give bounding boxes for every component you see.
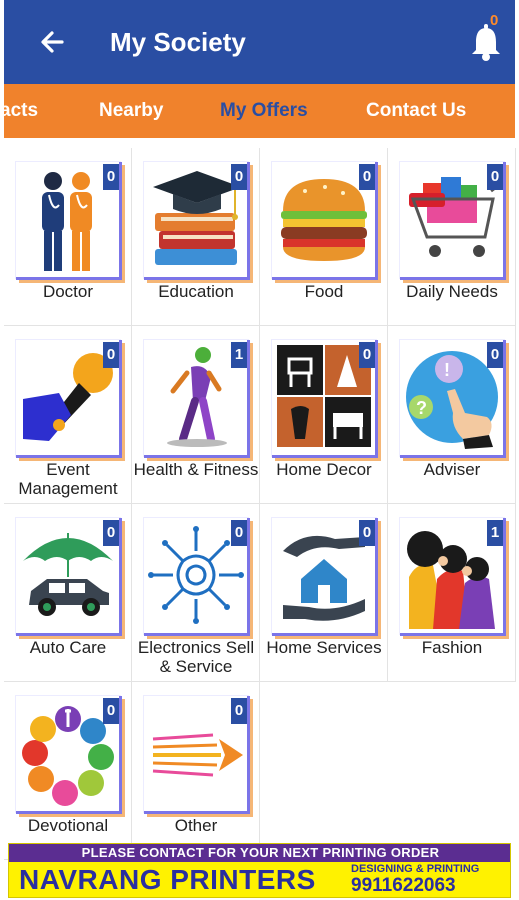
count-badge: 0	[231, 520, 247, 546]
count-badge: 0	[359, 342, 375, 368]
back-arrow-icon[interactable]	[34, 24, 70, 60]
category-event-management[interactable]: 0 Event Management	[4, 326, 132, 504]
count-badge: 0	[103, 164, 119, 190]
category-card: 0	[16, 162, 122, 280]
category-label: Home Decor	[276, 460, 372, 479]
category-card: 1	[144, 340, 250, 458]
category-adviser[interactable]: ! ? 0 Adviser	[388, 326, 516, 504]
category-home-services[interactable]: 0 Home Services	[260, 504, 388, 682]
svg-text:!: !	[444, 360, 450, 380]
count-badge: 0	[231, 164, 247, 190]
count-badge: 0	[359, 520, 375, 546]
category-card: 0	[400, 162, 506, 280]
category-card: 0	[16, 518, 122, 636]
count-badge: 0	[231, 698, 247, 724]
category-label: Adviser	[423, 460, 481, 479]
tab-contact-us[interactable]: Contact Us	[366, 98, 466, 124]
count-badge: 0	[359, 164, 375, 190]
category-card: 0	[16, 340, 122, 458]
category-fashion[interactable]: 1 Fashion	[388, 504, 516, 682]
app-bar: My Society 0	[4, 0, 515, 84]
category-card: 0	[16, 696, 122, 814]
tab-my-offers[interactable]: My Offers	[220, 98, 308, 124]
notification-bell-icon[interactable]	[466, 20, 506, 64]
category-label: Doctor	[42, 282, 94, 301]
tab-bar: acts Nearby My Offers Contact Us	[4, 84, 515, 138]
count-badge: 1	[231, 342, 247, 368]
banner-top-line: PLEASE CONTACT FOR YOUR NEXT PRINTING OR…	[9, 844, 510, 862]
category-home-decor[interactable]: 0 Home Decor	[260, 326, 388, 504]
category-label: Education	[158, 282, 234, 301]
category-daily-needs[interactable]: 0 Daily Needs	[388, 148, 516, 326]
category-label: Fashion	[421, 638, 483, 657]
category-card: 0	[272, 162, 378, 280]
category-education[interactable]: 0 Education	[132, 148, 260, 326]
count-badge: 0	[487, 342, 503, 368]
category-card: 0	[144, 518, 250, 636]
count-badge: 1	[487, 520, 503, 546]
category-other[interactable]: 0 Other	[132, 682, 260, 860]
category-doctor[interactable]: 0 Doctor	[4, 148, 132, 326]
category-label: Daily Needs	[406, 282, 498, 301]
banner-brand: NAVRANG PRINTERS	[19, 864, 316, 895]
count-badge: 0	[103, 520, 119, 546]
tab-nearby[interactable]: Nearby	[99, 98, 163, 124]
count-badge: 0	[103, 698, 119, 724]
ad-banner[interactable]: PLEASE CONTACT FOR YOUR NEXT PRINTING OR…	[8, 843, 511, 898]
notification-count: 0	[490, 12, 499, 29]
page-title: My Society	[110, 27, 246, 57]
category-label: Electronics Sell & Service	[137, 638, 255, 676]
category-label: Devotional	[27, 816, 109, 835]
category-grid: 0 Doctor 0 Education 0 Food 0 Daily Need…	[4, 148, 516, 860]
category-card: 0	[272, 518, 378, 636]
count-badge: 0	[103, 342, 119, 368]
banner-phone: 9911622063	[351, 875, 456, 896]
category-health-fitness[interactable]: 1 Health & Fitness	[132, 326, 260, 504]
category-label: Health & Fitness	[133, 460, 259, 479]
count-badge: 0	[487, 164, 503, 190]
category-label: Auto Care	[29, 638, 107, 657]
category-devotional[interactable]: 0 Devotional	[4, 682, 132, 860]
category-card: 0	[144, 696, 250, 814]
category-food[interactable]: 0 Food	[260, 148, 388, 326]
category-card: 1	[400, 518, 506, 636]
category-label: Food	[304, 282, 344, 301]
category-label: Event Management	[18, 460, 118, 498]
category-card: 0	[272, 340, 378, 458]
tab-contacts[interactable]: acts	[4, 98, 38, 124]
category-card: ! ? 0	[400, 340, 506, 458]
svg-text:?: ?	[416, 398, 427, 418]
category-label: Other	[174, 816, 218, 835]
category-label: Home Services	[266, 638, 382, 657]
category-auto-care[interactable]: 0 Auto Care	[4, 504, 132, 682]
category-electronics[interactable]: 0 Electronics Sell & Service	[132, 504, 260, 682]
category-card: 0	[144, 162, 250, 280]
